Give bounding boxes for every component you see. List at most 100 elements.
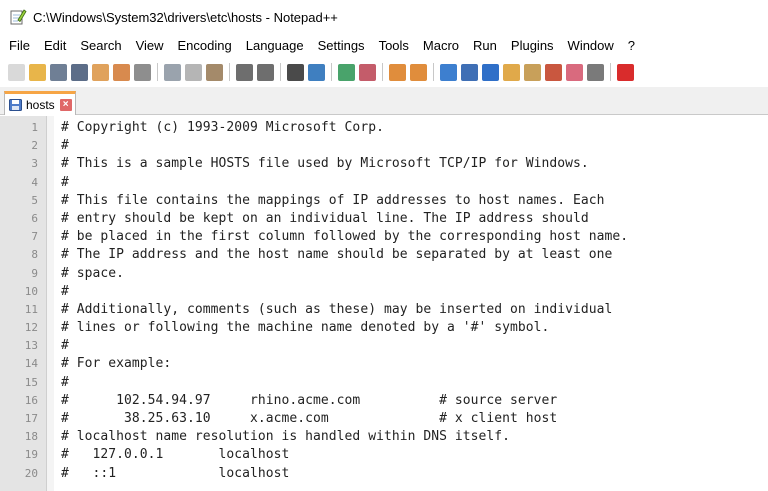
menu-edit[interactable]: Edit [37,35,73,57]
editor-line[interactable]: 2 # [0,137,768,155]
editor-line[interactable]: 5 # This file contains the mappings of IP… [0,192,768,210]
new-file-icon[interactable] [8,63,25,81]
line-text: # [61,138,69,154]
notepad-pen-icon [10,9,27,25]
editor-line[interactable]: 3 # This is a sample HOSTS file used by M… [0,155,768,173]
editor-lines: 1 # Copyright (c) 1993-2009 Microsoft Cor… [0,119,768,483]
editor-line[interactable]: 8 # The IP address and the host name shou… [0,246,768,264]
zoom-in-icon[interactable] [338,63,355,81]
line-number: 15 [24,375,38,389]
line-text: # localhost name resolution is handled w… [61,429,510,445]
close-all-icon[interactable] [113,63,130,81]
tab-hosts[interactable]: hosts × [4,91,76,115]
word-wrap-icon[interactable] [440,63,457,81]
sync-horizontal-icon[interactable] [410,63,427,81]
menu-window[interactable]: Window [561,35,621,57]
folder-as-workspace-icon[interactable] [566,63,583,81]
editor-line[interactable]: 11 # Additionally, comments (such as thes… [0,301,768,319]
line-number: 5 [31,193,38,207]
line-number: 12 [24,321,38,335]
replace-icon[interactable] [308,63,325,81]
toolbar-separator [157,63,158,81]
toolbar-separator [382,63,383,81]
menu-tools[interactable]: Tools [372,35,416,57]
editor-line[interactable]: 15 # [0,374,768,392]
editor-line[interactable]: 7 # be placed in the first column followe… [0,228,768,246]
editor-line[interactable]: 17 # 38.25.63.10 x.acme.com # x client ho… [0,410,768,428]
editor-line[interactable]: 16 # 102.54.94.97 rhino.acme.com # source… [0,392,768,410]
zoom-out-icon[interactable] [359,63,376,81]
redo-icon[interactable] [257,63,274,81]
editor-line[interactable]: 20 # ::1 localhost [0,465,768,483]
line-number: 7 [31,230,38,244]
menu-macro[interactable]: Macro [416,35,466,57]
toolbar-separator [433,63,434,81]
close-file-icon[interactable] [92,63,109,81]
toolbar-separator [229,63,230,81]
menu-language[interactable]: Language [239,35,311,57]
line-text: # Additionally, comments (such as these)… [61,301,613,317]
close-tab-icon[interactable]: × [59,98,72,111]
line-number: 16 [24,393,38,407]
save-all-icon[interactable] [71,63,88,81]
user-defined-language-icon[interactable] [503,63,520,81]
function-list-icon[interactable] [545,63,562,81]
tab-label: hosts [26,97,55,112]
editor-line[interactable]: 14 # For example: [0,355,768,373]
undo-icon[interactable] [236,63,253,81]
copy-icon[interactable] [185,63,202,81]
line-text: # [61,174,69,190]
paste-icon[interactable] [206,63,223,81]
show-all-characters-icon[interactable] [461,63,478,81]
line-text: # be placed in the first column followed… [61,229,629,245]
toolbar-separator [610,63,611,81]
line-number: 1 [31,121,38,134]
monitoring-icon[interactable] [587,63,604,81]
editor-line[interactable]: 13 # [0,337,768,355]
line-text: # This file contains the mappings of IP … [61,192,605,208]
line-text: # For example: [61,356,172,372]
save-icon[interactable] [50,63,67,81]
toolbar-separator [280,63,281,81]
toolbar-separator [331,63,332,81]
menu-run[interactable]: Run [466,35,504,57]
line-number: 2 [31,139,38,153]
editor-line[interactable]: 10 # [0,283,768,301]
line-number: 13 [24,339,38,353]
document-map-icon[interactable] [524,63,541,81]
editor-line[interactable]: 9 # space. [0,265,768,283]
editor-line[interactable]: 6 # entry should be kept on an individual… [0,210,768,228]
line-text: # 102.54.94.97 rhino.acme.com # source s… [61,392,558,408]
print-icon[interactable] [134,63,151,81]
menu-plugins[interactable]: Plugins [504,35,561,57]
line-text: # ::1 localhost [61,465,290,481]
menu-settings[interactable]: Settings [311,35,372,57]
line-number: 9 [31,266,38,280]
line-number: 11 [24,302,38,316]
indent-guide-icon[interactable] [482,63,499,81]
sync-vertical-icon[interactable] [389,63,406,81]
line-number: 14 [24,357,38,371]
editor-line[interactable]: 19 # 127.0.0.1 localhost [0,446,768,464]
record-macro-icon[interactable] [617,63,634,81]
line-text: # 38.25.63.10 x.acme.com # x client host [61,411,558,426]
menu-view[interactable]: View [129,35,171,57]
line-number: 19 [24,448,38,462]
editor-line[interactable]: 18 # localhost name resolution is handled… [0,428,768,446]
line-text: # [61,338,69,354]
editor-line[interactable]: 4 # [0,174,768,192]
editor[interactable]: 1 # Copyright (c) 1993-2009 Microsoft Cor… [0,116,768,491]
menu-encoding[interactable]: Encoding [171,35,239,57]
line-text: # [61,283,69,299]
cut-icon[interactable] [164,63,181,81]
open-file-icon[interactable] [29,63,46,81]
editor-line[interactable]: 1 # Copyright (c) 1993-2009 Microsoft Cor… [0,119,768,137]
menu-search[interactable]: Search [73,35,128,57]
line-number: 17 [24,412,38,425]
menu-help[interactable]: ? [621,35,642,57]
editor-line[interactable]: 12 # lines or following the machine name … [0,319,768,337]
line-text: # This is a sample HOSTS file used by Mi… [61,156,589,172]
line-number: 4 [31,175,38,189]
menu-file[interactable]: File [0,35,37,57]
find-icon[interactable] [287,63,304,81]
